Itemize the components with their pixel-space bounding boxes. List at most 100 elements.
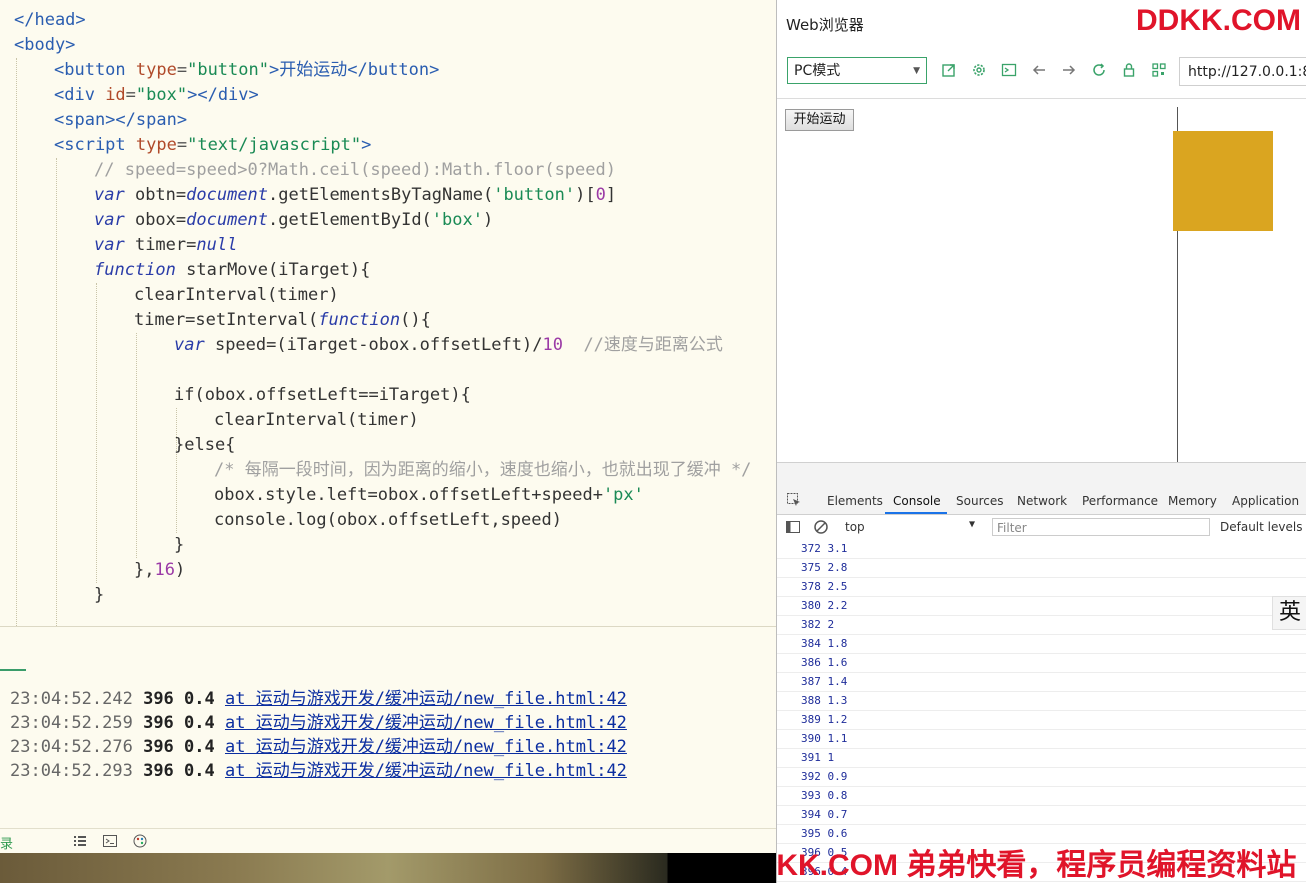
devtools-console-messages: 372 3.1 375 2.8 378 2.5 380 2.2 382 2 38…	[777, 540, 1306, 883]
brand-watermark: DDKK.COM	[1136, 4, 1301, 37]
filter-input[interactable]: Filter	[992, 518, 1210, 536]
browser-toolbar: PC模式 ▼ http://127.0.0.1:8	[777, 50, 1306, 99]
mode-select-value: PC模式	[794, 63, 841, 79]
console-message: 386 1.6	[777, 654, 1306, 673]
code-line-19: /* 每隔一段时间，因为距离的缩小，速度也缩小，也就出现了缓冲 */	[214, 460, 752, 480]
inspect-icon[interactable]	[786, 492, 802, 508]
terminal-icon[interactable]	[102, 833, 118, 849]
open-external-icon[interactable]	[940, 61, 958, 79]
console-message: 380 2.2	[777, 597, 1306, 616]
address-bar-url: http://127.0.0.1:8	[1188, 64, 1306, 80]
active-tab-underline	[885, 512, 947, 514]
record-label: 录	[0, 837, 14, 852]
console-message: 390 1.1	[777, 730, 1306, 749]
indent-guide	[16, 58, 17, 626]
code-line-12: clearInterval(timer)	[134, 285, 339, 305]
code-line-18: }else{	[174, 435, 236, 455]
indent-guide	[136, 333, 137, 558]
filter-placeholder: Filter	[997, 521, 1027, 535]
code-line-14: var speed=(iTarget-obox.offsetLeft)/10 /…	[174, 335, 723, 355]
gear-icon[interactable]	[970, 61, 988, 79]
devtools-tabbar: Elements Console Sources Network Perform…	[777, 486, 1306, 515]
source-link[interactable]: at 运动与游戏开发/缓冲运动/new_file.html:42	[225, 689, 627, 709]
code-editor[interactable]: </head> <body> <button type="button">开始运…	[0, 0, 776, 626]
tab-application[interactable]: Application	[1232, 494, 1299, 508]
console-log-line: 23:04:52.293 396 0.4 at 运动与游戏开发/缓冲运动/new…	[10, 761, 627, 781]
console-message: 391 1	[777, 749, 1306, 768]
tab-console[interactable]: Console	[893, 494, 941, 508]
code-line-1: </head>	[14, 10, 86, 30]
indent-guide	[56, 158, 57, 626]
console-message: 394 0.7	[777, 806, 1306, 825]
qr-code-icon[interactable]	[1150, 61, 1168, 79]
chevron-down-icon: ▼	[913, 66, 920, 76]
desktop-background	[0, 853, 776, 883]
tab-elements[interactable]: Elements	[827, 494, 883, 508]
source-link[interactable]: at 运动与游戏开发/缓冲运动/new_file.html:42	[225, 761, 627, 781]
tab-memory[interactable]: Memory	[1168, 494, 1217, 508]
console-message: 384 1.8	[777, 635, 1306, 654]
code-line-10: var timer=null	[94, 235, 238, 255]
forward-arrow-icon[interactable]	[1060, 61, 1078, 79]
terminal-icon[interactable]	[1000, 61, 1018, 79]
lock-icon[interactable]	[1120, 61, 1138, 79]
console-filterbar: top ▼ Filter Default levels ▼	[777, 515, 1306, 541]
console-log-line: 23:04:52.276 396 0.4 at 运动与游戏开发/缓冲运动/new…	[10, 737, 627, 757]
source-link[interactable]: at 运动与游戏开发/缓冲运动/new_file.html:42	[225, 737, 627, 757]
console-message: 382 2	[777, 616, 1306, 635]
mode-select[interactable]: PC模式 ▼	[787, 57, 927, 84]
address-bar[interactable]: http://127.0.0.1:8	[1179, 57, 1306, 86]
brand-watermark-bottom: DDKK.COM 弟弟快看，程序员编程资料站	[776, 849, 1297, 882]
tab-network[interactable]: Network	[1017, 494, 1067, 508]
code-line-17: clearInterval(timer)	[214, 410, 419, 430]
context-select[interactable]: top	[845, 520, 865, 534]
code-line-4: <div id="box"></div>	[54, 85, 259, 105]
list-icon[interactable]	[72, 833, 88, 849]
indent-guide	[96, 283, 97, 583]
tab-performance[interactable]: Performance	[1082, 494, 1158, 508]
code-line-7: // speed=speed>0?Math.ceil(speed):Math.f…	[94, 160, 616, 180]
code-line-24: }	[94, 585, 105, 605]
console-message: 387 1.4	[777, 673, 1306, 692]
refresh-icon[interactable]	[1090, 61, 1108, 79]
code-line-22: }	[174, 535, 185, 555]
tab-sources[interactable]: Sources	[956, 494, 1003, 508]
console-log-line: 23:04:52.242 396 0.4 at 运动与游戏开发/缓冲运动/new…	[10, 689, 627, 709]
code-line-3: <button type="button">开始运动</button>	[54, 60, 440, 80]
source-link[interactable]: at 运动与游戏开发/缓冲运动/new_file.html:42	[225, 713, 627, 733]
web-browser-panel: Web浏览器 DDKK.COM PC模式 ▼ http://127.0.0.1:…	[776, 0, 1306, 883]
palette-icon[interactable]	[132, 833, 148, 849]
console-tab-indicator	[0, 669, 26, 672]
back-arrow-icon[interactable]	[1030, 61, 1048, 79]
devtools-splitter[interactable]	[777, 462, 1306, 487]
console-log-line: 23:04:52.259 396 0.4 at 运动与游戏开发/缓冲运动/new…	[10, 713, 627, 733]
browser-title: Web浏览器	[786, 16, 864, 34]
clear-console-icon[interactable]	[813, 519, 829, 535]
ime-indicator[interactable]: 英	[1272, 596, 1306, 630]
console-message: 395 0.6	[777, 825, 1306, 844]
console-message: 378 2.5	[777, 578, 1306, 597]
console-panel[interactable]: 23:04:52.242 396 0.4 at 运动与游戏开发/缓冲运动/new…	[0, 626, 776, 829]
console-message: 392 0.9	[777, 768, 1306, 787]
log-levels-select[interactable]: Default levels ▼	[1220, 520, 1306, 534]
console-message: 393 0.8	[777, 787, 1306, 806]
chevron-down-icon: ▼	[969, 519, 976, 530]
code-line-23: },16)	[134, 560, 186, 580]
console-message: 372 3.1	[777, 540, 1306, 559]
code-line-5: <span></span>	[54, 110, 188, 130]
console-message: 375 2.8	[777, 559, 1306, 578]
code-line-11: function starMove(iTarget){	[94, 260, 371, 280]
indent-guide	[176, 408, 177, 533]
code-line-6: <script type="text/javascript">	[54, 135, 372, 155]
code-line-8: var obtn=document.getElementsByTagName('…	[94, 185, 617, 205]
status-bar: 录	[0, 828, 776, 854]
page-viewport: 开始运动	[777, 99, 1306, 462]
console-message: 389 1.2	[777, 711, 1306, 730]
code-line-21: console.log(obox.offsetLeft,speed)	[214, 510, 562, 530]
sidebar-toggle-icon[interactable]	[785, 519, 801, 535]
start-motion-button[interactable]: 开始运动	[785, 109, 854, 131]
code-line-16: if(obox.offsetLeft==iTarget){	[174, 385, 471, 405]
code-line-9: var obox=document.getElementById('box')	[94, 210, 494, 230]
moving-box	[1173, 131, 1273, 231]
code-line-13: timer=setInterval(function(){	[134, 310, 431, 330]
